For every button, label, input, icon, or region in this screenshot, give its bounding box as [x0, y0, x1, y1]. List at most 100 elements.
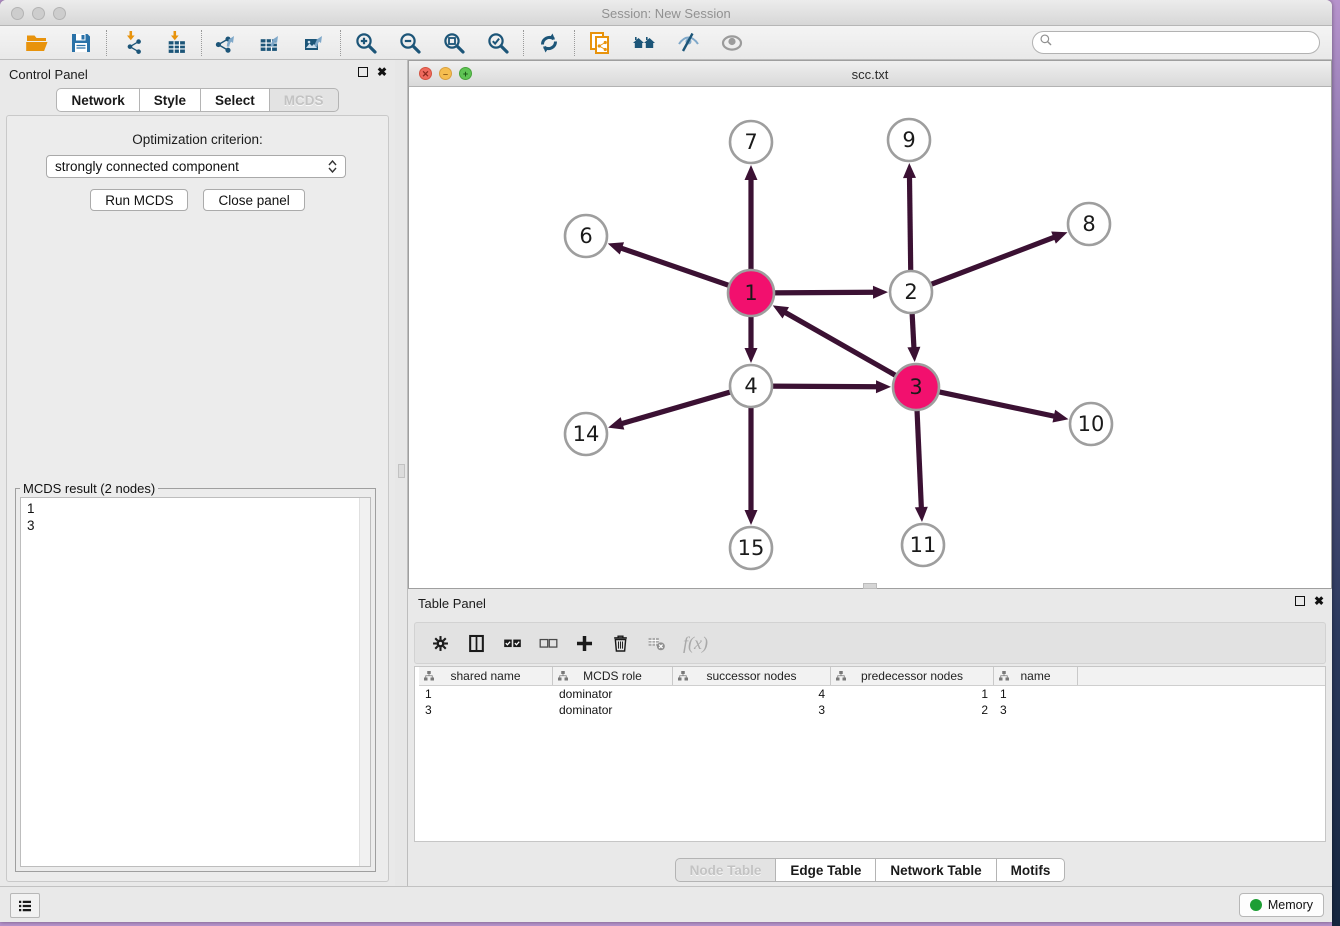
close-panel-button[interactable]: Close panel	[203, 189, 304, 211]
graph-edge-arrow	[915, 507, 928, 522]
graph-edge-1-6[interactable]	[619, 247, 733, 286]
column-header-label: MCDS role	[583, 669, 642, 683]
control-panel: Control Panel ✖ NetworkStyleSelectMCDS O…	[0, 60, 395, 886]
result-scrollbar[interactable]	[359, 498, 370, 866]
mcds-result-list[interactable]: 13	[20, 497, 371, 867]
close-icon[interactable]: ✖	[377, 67, 387, 77]
table-row[interactable]: 1dominator411	[419, 686, 1325, 702]
column-header-label: successor nodes	[706, 669, 796, 683]
control-panel-tabs: NetworkStyleSelectMCDS	[0, 88, 395, 112]
graph-edge-arrow	[608, 417, 624, 429]
table-cell[interactable]: 1	[831, 686, 994, 702]
search-box[interactable]	[1032, 31, 1320, 54]
graph-edge-1-2[interactable]	[770, 292, 876, 293]
delete-column-icon[interactable]	[611, 634, 630, 653]
table-cell[interactable]: 3	[419, 702, 553, 718]
column-header-label: predecessor nodes	[861, 669, 963, 683]
table-cell[interactable]: dominator	[553, 686, 673, 702]
deselect-all-columns-icon[interactable]	[539, 634, 558, 653]
graph-edge-3-10[interactable]	[935, 391, 1057, 417]
criterion-select[interactable]: strongly connected component	[46, 155, 346, 178]
splitter-grip[interactable]	[398, 464, 405, 478]
graph-edge-3-11[interactable]	[917, 406, 922, 510]
show-panels-icon[interactable]	[720, 31, 744, 55]
home-icon[interactable]	[632, 31, 656, 55]
table-settings-icon[interactable]	[431, 634, 450, 653]
export-network-icon[interactable]	[215, 31, 239, 55]
zoom-fit-icon[interactable]	[442, 31, 466, 55]
import-network-icon[interactable]	[120, 31, 144, 55]
table-cell[interactable]: 2	[831, 702, 994, 718]
zoom-selected-icon[interactable]	[486, 31, 510, 55]
graph-node-label: 7	[744, 130, 757, 154]
tab-network[interactable]: Network	[56, 88, 139, 112]
run-mcds-button[interactable]: Run MCDS	[90, 189, 188, 211]
tab-node-table[interactable]: Node Table	[675, 858, 777, 882]
graph-node-label: 11	[910, 533, 937, 557]
column-header-shared-name[interactable]: shared name	[419, 667, 553, 685]
export-table-icon[interactable]	[259, 31, 283, 55]
column-header-MCDS-role[interactable]: MCDS role	[553, 667, 673, 685]
network-graph: 7968124314101511	[409, 87, 1331, 588]
node-table: shared name MCDS role successor nodes prede…	[414, 666, 1326, 842]
graph-node-label: 6	[579, 224, 592, 248]
network-window-titlebar[interactable]: ✕ – + scc.txt	[409, 61, 1331, 87]
graph-edge-2-3[interactable]	[912, 309, 914, 350]
hide-panels-icon[interactable]	[676, 31, 700, 55]
graph-edge-2-8[interactable]	[927, 236, 1056, 285]
split-columns-icon[interactable]	[467, 634, 486, 653]
export-image-icon[interactable]	[303, 31, 327, 55]
table-cell[interactable]: 3	[673, 702, 831, 718]
save-session-icon[interactable]	[69, 31, 93, 55]
graph-edge-arrow	[745, 510, 758, 525]
desktop-wallpaper	[1332, 0, 1340, 926]
tab-network-table[interactable]: Network Table	[876, 858, 996, 882]
tab-motifs[interactable]: Motifs	[997, 858, 1066, 882]
tab-edge-table[interactable]: Edge Table	[776, 858, 876, 882]
table-cell[interactable]: 1	[419, 686, 553, 702]
graph-edge-4-14[interactable]	[620, 391, 735, 424]
table-cell[interactable]: dominator	[553, 702, 673, 718]
table-cell[interactable]: 4	[673, 686, 831, 702]
mcds-panel: Optimization criterion: strongly connect…	[6, 115, 389, 882]
zoom-in-icon[interactable]	[354, 31, 378, 55]
panel-splitter[interactable]	[395, 60, 408, 886]
graph-edge-arrow	[876, 380, 891, 393]
graph-node-label: 1	[744, 281, 757, 305]
main-toolbar	[0, 26, 1332, 60]
float-icon[interactable]	[1295, 596, 1305, 606]
memory-button[interactable]: Memory	[1239, 893, 1324, 917]
tab-select[interactable]: Select	[201, 88, 270, 112]
app-titlebar: Session: New Session	[0, 0, 1332, 26]
zoom-out-icon[interactable]	[398, 31, 422, 55]
clone-network-icon[interactable]	[588, 31, 612, 55]
column-header-name[interactable]: name	[994, 667, 1078, 685]
graph-edge-arrow	[873, 286, 888, 299]
graph-node-label: 3	[909, 375, 922, 399]
column-header-successor-nodes[interactable]: successor nodes	[673, 667, 831, 685]
tab-style[interactable]: Style	[140, 88, 201, 112]
float-icon[interactable]	[358, 67, 368, 77]
network-canvas[interactable]: 7968124314101511	[409, 87, 1331, 586]
open-session-icon[interactable]	[25, 31, 49, 55]
graph-edge-3-1[interactable]	[783, 311, 899, 377]
column-header-predecessor-nodes[interactable]: predecessor nodes	[831, 667, 994, 685]
graph-edge-2-9[interactable]	[909, 175, 910, 275]
graph-edge-arrow	[1051, 231, 1067, 243]
import-table-icon[interactable]	[164, 31, 188, 55]
graph-node-label: 14	[573, 422, 600, 446]
task-history-button[interactable]	[10, 893, 40, 918]
table-cell[interactable]: 3	[994, 702, 1078, 718]
function-builder-icon: f(x)	[683, 633, 708, 654]
add-column-icon[interactable]	[575, 634, 594, 653]
tab-mcds[interactable]: MCDS	[270, 88, 339, 112]
search-input[interactable]	[1053, 33, 1319, 52]
table-row[interactable]: 3dominator323	[419, 702, 1325, 718]
select-all-columns-icon[interactable]	[503, 634, 522, 653]
mcds-result-node: 3	[27, 517, 364, 534]
close-icon[interactable]: ✖	[1314, 596, 1324, 606]
graph-edge-4-3[interactable]	[768, 386, 879, 387]
delete-table-icon[interactable]	[647, 634, 666, 653]
refresh-icon[interactable]	[537, 31, 561, 55]
table-cell[interactable]: 1	[994, 686, 1078, 702]
